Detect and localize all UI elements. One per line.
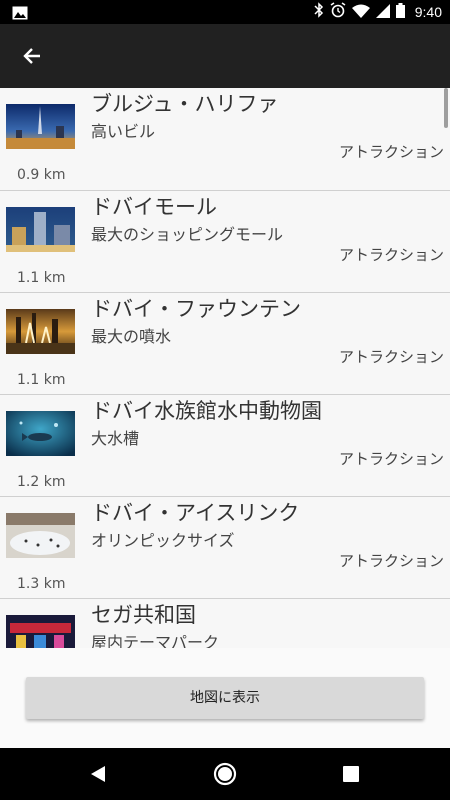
distance-label: 1.2 km [17, 474, 66, 490]
item-name: ドバイモール [91, 195, 217, 219]
attraction-list[interactable]: 0.9 km ブルジュ・ハリファ 高いビル アトラクション 1.1 km ドバイ… [0, 88, 450, 648]
item-name: ドバイ水族館水中動物園 [91, 399, 322, 423]
back-triangle-icon [91, 766, 105, 782]
list-item[interactable]: 0.9 km ブルジュ・ハリファ 高いビル アトラクション [0, 88, 450, 191]
navigation-bar [0, 748, 450, 800]
item-category: アトラクション [338, 143, 444, 161]
thumbnail-image [6, 411, 75, 456]
item-description: オリンピックサイズ [91, 531, 235, 550]
nav-back-button[interactable] [76, 752, 120, 796]
item-name: ドバイ・ファウンテン [91, 297, 301, 321]
clock: 9:40 [414, 4, 442, 20]
distance-label: 1.1 km [17, 372, 66, 388]
list-item[interactable]: 1.1 km ドバイモール 最大のショッピングモール アトラクション [0, 191, 450, 293]
alarm-icon [330, 2, 346, 22]
list-item[interactable]: 1.3 km ドバイ・アイスリンク オリンピックサイズ アトラクション [0, 497, 450, 599]
list-item[interactable]: セガ共和国 屋内テーマパーク [0, 599, 450, 648]
thumbnail-image [6, 309, 75, 354]
home-circle-icon [213, 762, 237, 786]
list-item[interactable]: 1.1 km ドバイ・ファウンテン 最大の噴水 アトラクション [0, 293, 450, 395]
thumbnail-image [6, 104, 75, 149]
battery-icon [395, 2, 405, 22]
item-description: 屋内テーマパーク [91, 633, 220, 648]
nav-home-button[interactable] [203, 752, 247, 796]
wifi-icon [351, 3, 370, 22]
bottom-button-area: 地図に表示 [0, 648, 450, 748]
bluetooth-icon [314, 2, 324, 22]
distance-label: 1.1 km [17, 270, 66, 286]
arrow-back-icon [23, 48, 40, 64]
status-bar: 9:40 [0, 0, 450, 24]
nav-recents-button[interactable] [329, 752, 373, 796]
gallery-icon [12, 5, 28, 24]
thumbnail-image [6, 513, 75, 558]
distance-label: 1.3 km [17, 576, 66, 592]
item-description: 最大の噴水 [91, 327, 172, 346]
list-item[interactable]: 1.2 km ドバイ水族館水中動物園 大水槽 アトラクション [0, 395, 450, 497]
signal-icon [375, 3, 390, 22]
item-category: アトラクション [338, 450, 444, 468]
item-name: ドバイ・アイスリンク [91, 501, 300, 525]
item-name: セガ共和国 [91, 603, 196, 627]
item-name: ブルジュ・ハリファ [91, 92, 279, 116]
recents-square-icon [343, 766, 359, 782]
thumbnail-image [6, 207, 75, 252]
show-on-map-button[interactable]: 地図に表示 [26, 677, 424, 719]
distance-label: 0.9 km [17, 167, 66, 183]
back-button[interactable] [8, 32, 56, 80]
item-description: 大水槽 [91, 429, 140, 448]
item-category: アトラクション [338, 246, 444, 264]
item-description: 高いビル [91, 122, 156, 141]
app-bar [0, 24, 450, 88]
item-category: アトラクション [338, 348, 444, 366]
thumbnail-image [6, 615, 75, 648]
item-description: 最大のショッピングモール [91, 225, 284, 244]
item-category: アトラクション [338, 552, 444, 570]
